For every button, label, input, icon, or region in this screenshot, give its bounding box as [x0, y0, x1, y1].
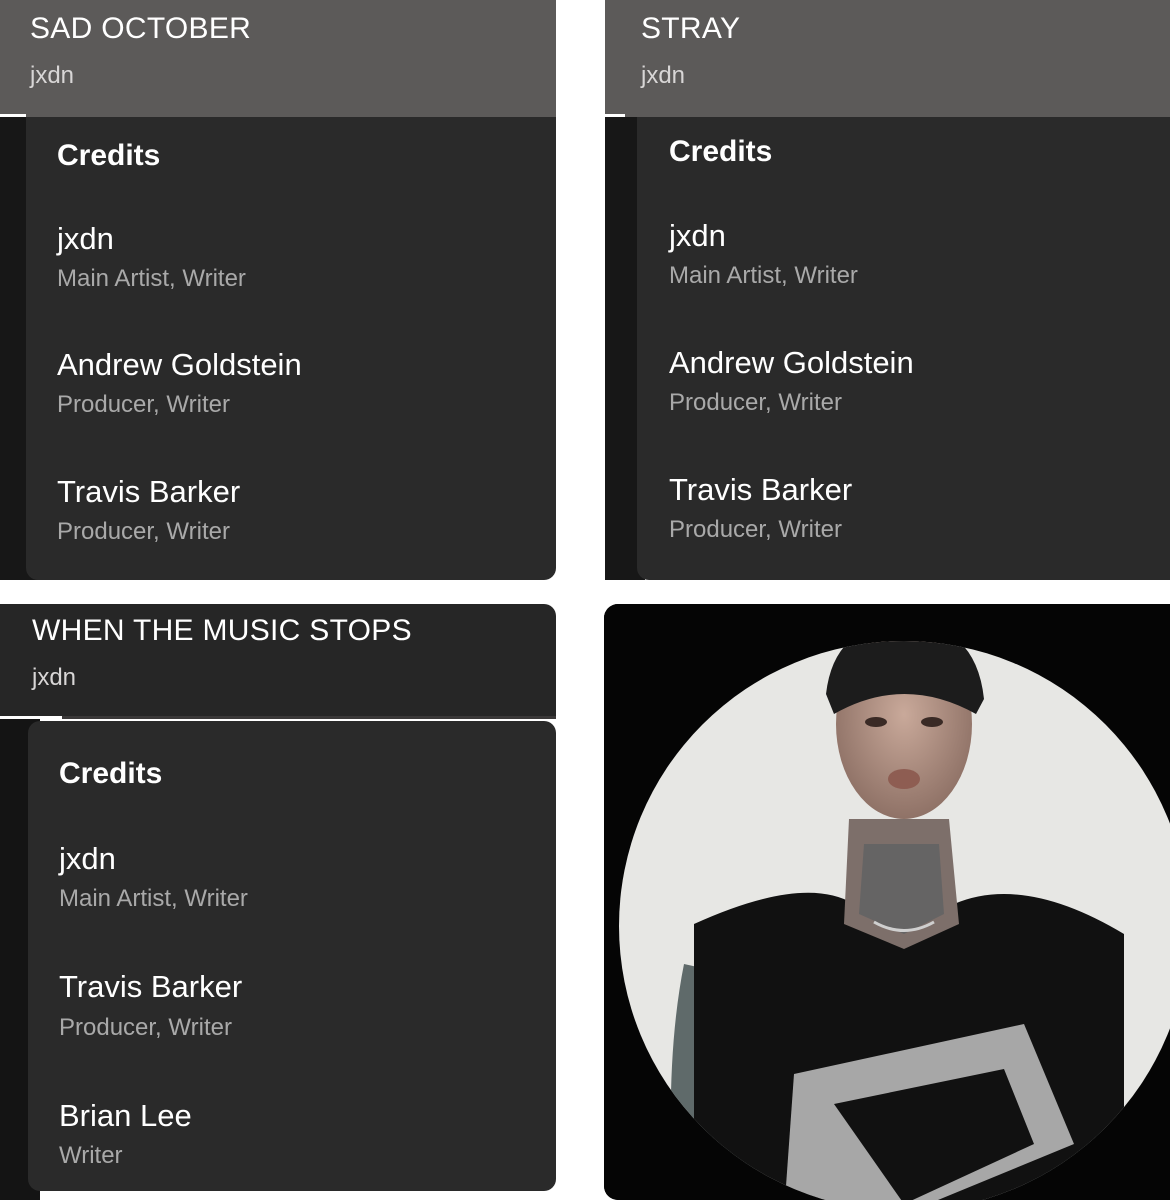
- credit-role: Main Artist, Writer: [59, 885, 248, 912]
- credit-name[interactable]: jxdn: [59, 841, 116, 877]
- credit-name[interactable]: Travis Barker: [57, 474, 240, 510]
- credit-name[interactable]: Andrew Goldstein: [669, 345, 914, 381]
- track-panel-stray: STRAY jxdn Credits jxdn Main Artist, Wri…: [605, 0, 1170, 580]
- credits-heading: Credits: [669, 135, 773, 168]
- tab-indicator: [0, 716, 556, 719]
- track-title: WHEN THE MUSIC STOPS: [32, 614, 412, 647]
- credit-name[interactable]: jxdn: [57, 221, 114, 257]
- credit-role: Writer: [59, 1142, 123, 1169]
- credit-name[interactable]: jxdn: [669, 218, 726, 254]
- track-header: SAD OCTOBER jxdn: [0, 0, 556, 118]
- credit-role: Main Artist, Writer: [57, 265, 246, 292]
- credits-card: Credits jxdn Main Artist, Writer Travis …: [28, 721, 556, 1191]
- artist-avatar: [604, 604, 1170, 1200]
- track-artist-link[interactable]: jxdn: [32, 664, 76, 692]
- track-header: WHEN THE MUSIC STOPS jxdn: [0, 604, 556, 718]
- track-artist-link[interactable]: jxdn: [641, 62, 685, 90]
- track-panel-sad-october: SAD OCTOBER jxdn Credits jxdn Main Artis…: [0, 0, 556, 580]
- credit-name[interactable]: Travis Barker: [669, 472, 852, 508]
- credit-role: Producer, Writer: [57, 518, 230, 545]
- credit-role: Producer, Writer: [57, 391, 230, 418]
- track-title: SAD OCTOBER: [30, 12, 252, 45]
- credit-role: Producer, Writer: [669, 516, 842, 543]
- track-title: STRAY: [641, 12, 741, 45]
- credit-role: Main Artist, Writer: [669, 262, 858, 289]
- credits-heading: Credits: [57, 139, 161, 172]
- track-panel-when-the-music-stops: WHEN THE MUSIC STOPS jxdn Credits jxdn M…: [0, 604, 556, 1200]
- track-header: STRAY jxdn: [605, 0, 1170, 118]
- artist-photo-panel: [604, 604, 1170, 1200]
- credits-card: Credits jxdn Main Artist, Writer Andrew …: [26, 117, 556, 580]
- credit-name[interactable]: Travis Barker: [59, 969, 242, 1005]
- credit-name[interactable]: Andrew Goldstein: [57, 347, 302, 383]
- credit-role: Producer, Writer: [59, 1014, 232, 1041]
- credit-role: Producer, Writer: [669, 389, 842, 416]
- credits-card: Credits jxdn Main Artist, Writer Andrew …: [637, 117, 1170, 580]
- track-artist-link[interactable]: jxdn: [30, 62, 74, 90]
- credits-heading: Credits: [59, 757, 163, 790]
- credit-name[interactable]: Brian Lee: [59, 1098, 192, 1134]
